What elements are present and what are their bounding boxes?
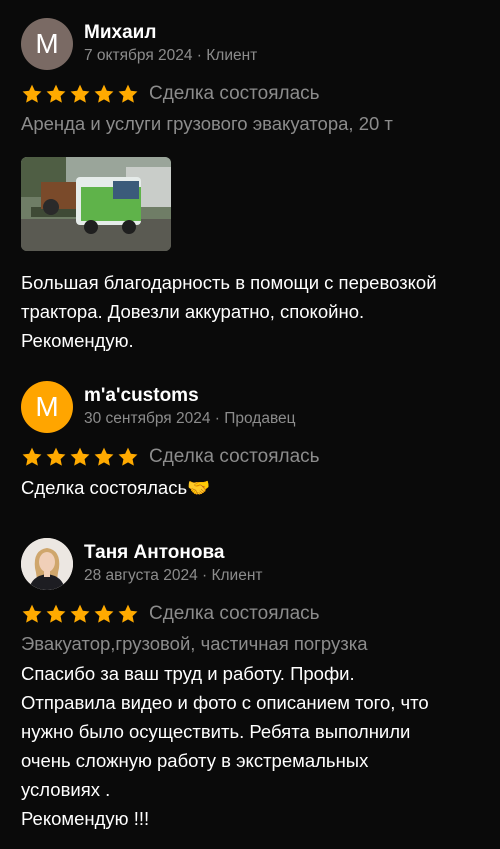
author-name[interactable]: Михаил	[84, 22, 257, 44]
rating-row: Сделка состоялась	[21, 444, 488, 470]
review-card: M m'a'customs 30 сентября 2024 · Продаве…	[21, 381, 488, 502]
review-header: M m'a'customs 30 сентября 2024 · Продаве…	[21, 381, 488, 433]
deal-status: Сделка состоялась	[149, 446, 320, 467]
star-rating	[21, 446, 139, 468]
review-photo[interactable]	[21, 157, 171, 251]
review-card: М Михаил 7 октября 2024 · Клиент Сделка …	[21, 18, 488, 355]
star-icon	[45, 83, 67, 105]
star-icon	[93, 446, 115, 468]
review-meta: 28 августа 2024 · Клиент	[84, 567, 263, 584]
star-icon	[21, 83, 43, 105]
avatar[interactable]: M	[21, 381, 73, 433]
deal-status: Сделка состоялась	[149, 83, 320, 104]
review-meta: 7 октября 2024 · Клиент	[84, 47, 258, 64]
star-icon	[45, 446, 67, 468]
star-icon	[117, 446, 139, 468]
author-name[interactable]: Таня Антонова	[84, 542, 263, 564]
star-icon	[117, 83, 139, 105]
user-photo-icon	[21, 538, 73, 590]
star-rating	[21, 603, 139, 625]
rating-row: Сделка состоялась	[21, 601, 488, 627]
avatar-letter: М	[35, 28, 59, 59]
star-icon	[117, 603, 139, 625]
service-name: Эвакуатор,грузовой, частичная погрузка	[21, 633, 368, 654]
star-icon	[69, 603, 91, 625]
avatar[interactable]	[21, 538, 73, 590]
review-text: Сделка состоялась🤝	[21, 477, 211, 498]
service-name: Аренда и услуги грузового эвакуатора, 20…	[21, 113, 393, 134]
star-icon	[21, 603, 43, 625]
avatar-letter: M	[35, 391, 59, 422]
star-icon	[93, 83, 115, 105]
review-text: Большая благодарность в помощи с перевоз…	[21, 272, 437, 351]
rating-row: Сделка состоялась	[21, 81, 488, 107]
review-header: Таня Антонова 28 августа 2024 · Клиент	[21, 538, 488, 590]
author-block: Михаил 7 октября 2024 · Клиент	[84, 22, 257, 66]
review-meta: 30 сентября 2024 · Продавец	[84, 410, 296, 427]
tow-truck-photo-icon	[21, 157, 171, 251]
author-block: m'a'customs 30 сентября 2024 · Продавец	[84, 385, 296, 429]
author-name[interactable]: m'a'customs	[84, 385, 296, 407]
star-icon	[69, 446, 91, 468]
star-icon	[21, 446, 43, 468]
star-icon	[69, 83, 91, 105]
star-rating	[21, 83, 139, 105]
review-text: Спасибо за ваш труд и работу. Профи. Отп…	[21, 663, 429, 829]
star-icon	[45, 603, 67, 625]
review-header: М Михаил 7 октября 2024 · Клиент	[21, 18, 488, 70]
avatar[interactable]: М	[21, 18, 73, 70]
review-card: Таня Антонова 28 августа 2024 · Клиент С…	[21, 538, 488, 833]
deal-status: Сделка состоялась	[149, 603, 320, 624]
star-icon	[93, 603, 115, 625]
author-block: Таня Антонова 28 августа 2024 · Клиент	[84, 542, 263, 586]
